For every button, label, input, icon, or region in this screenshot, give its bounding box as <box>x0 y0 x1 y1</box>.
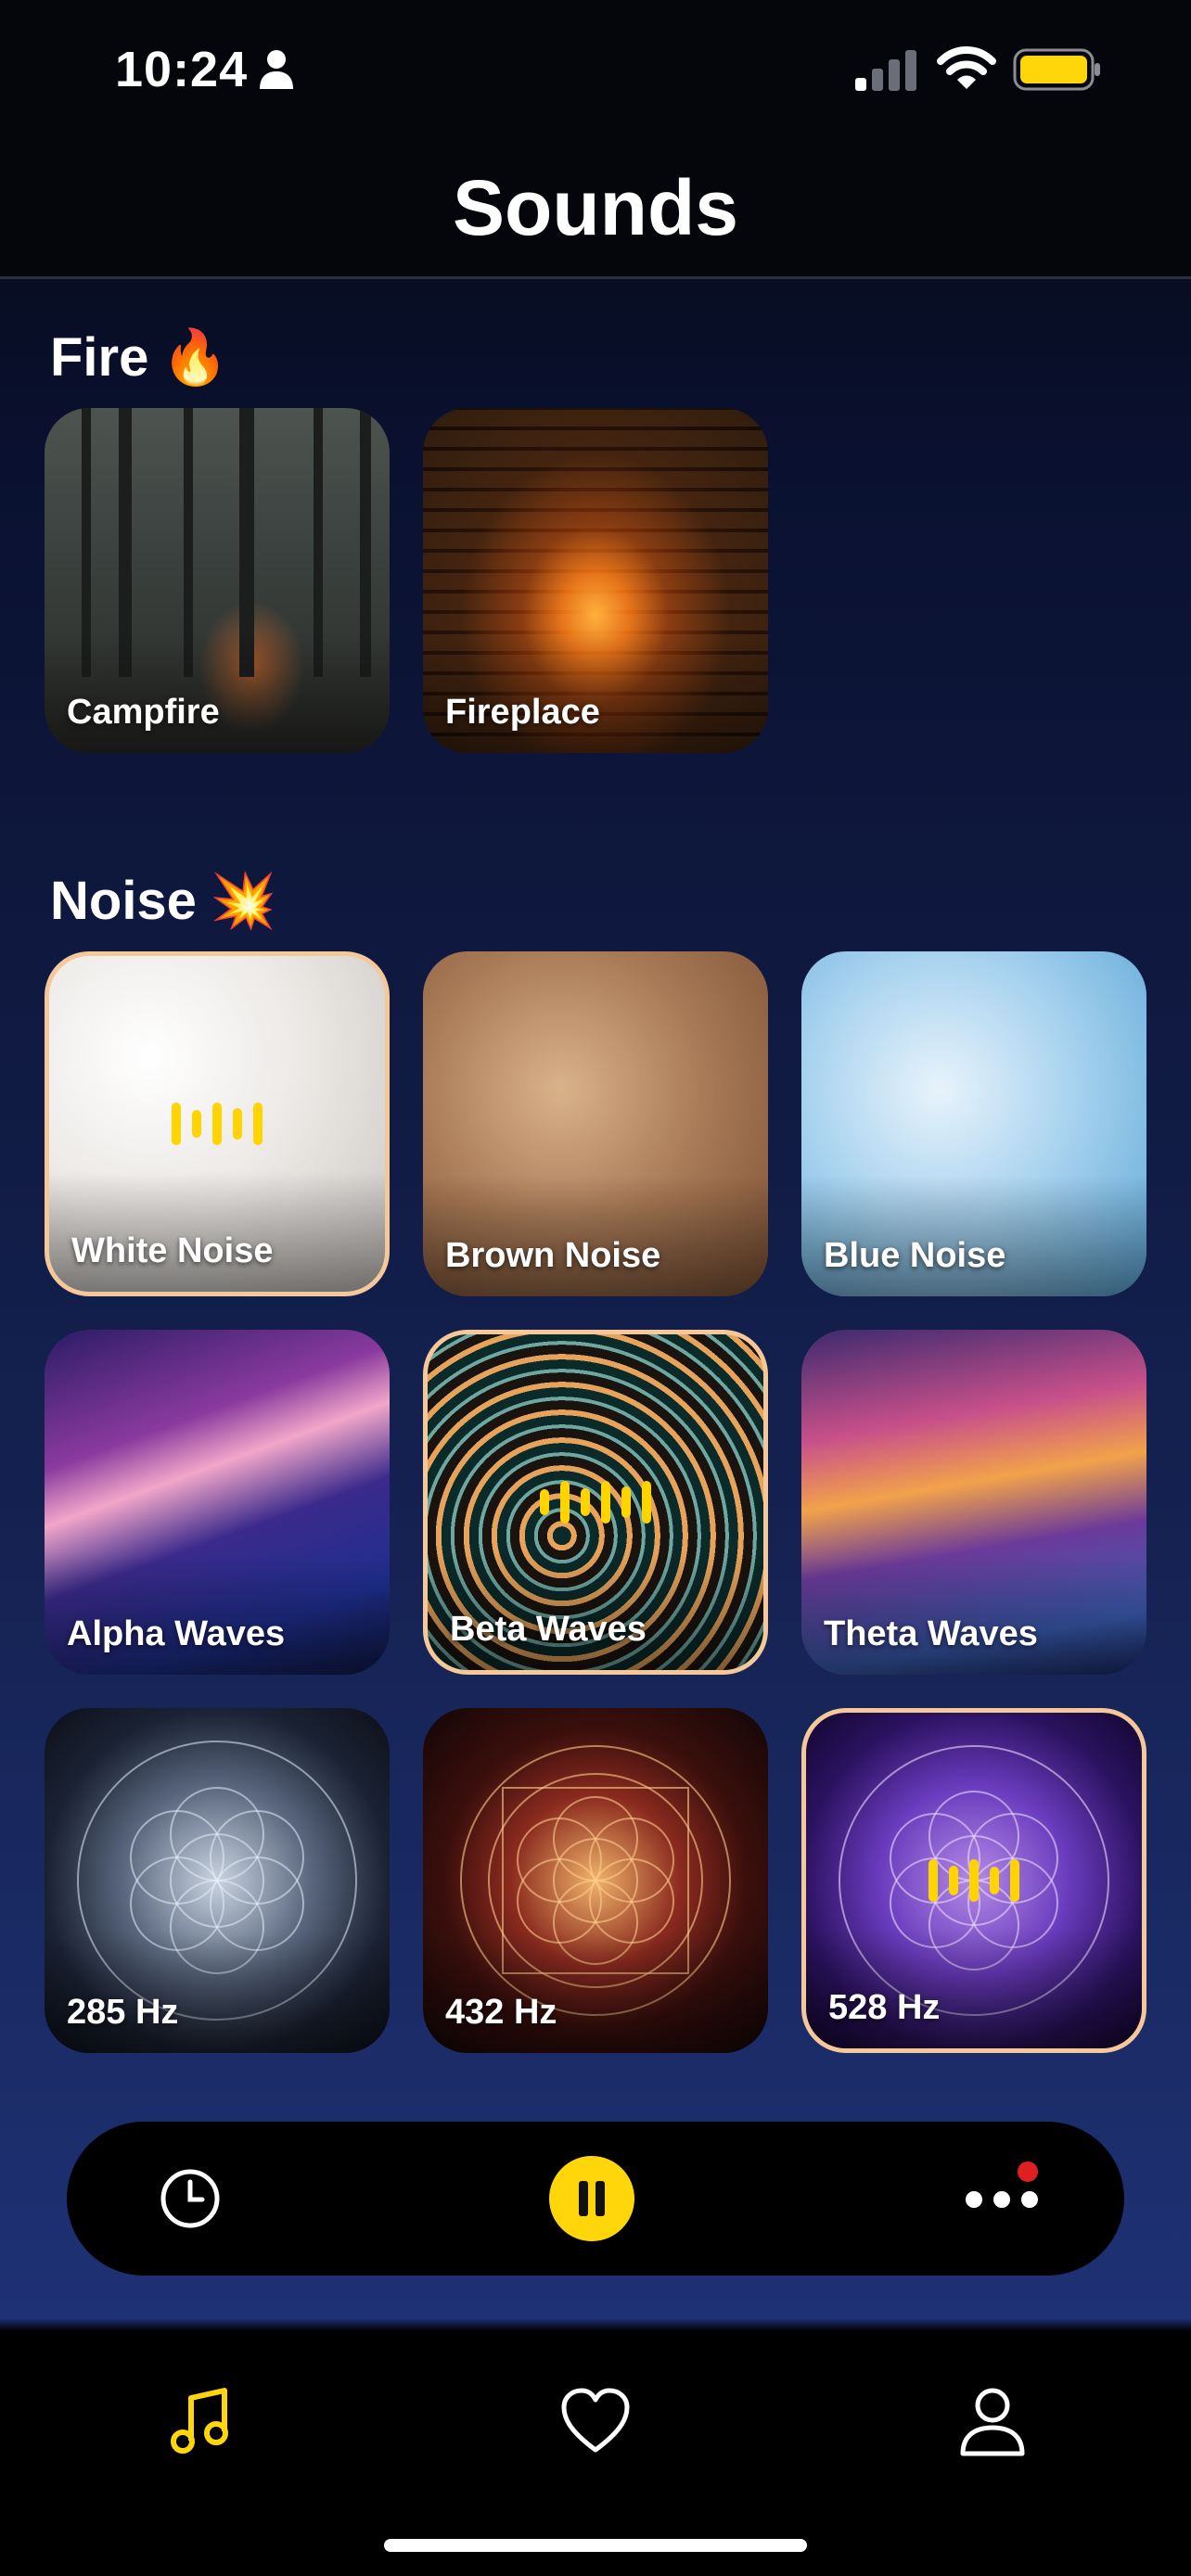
sound-tile-285-hz[interactable]: 285 Hz <box>45 1708 390 2053</box>
sound-tile-label: White Noise <box>71 1231 274 1270</box>
playing-equalizer-icon <box>172 1103 263 1145</box>
navigation-header: Sounds <box>0 139 1191 279</box>
section-title-text: Noise <box>50 871 197 931</box>
music-note-icon[interactable] <box>163 2385 237 2459</box>
person-status-icon <box>260 50 293 89</box>
section-title-fire: Fire 🔥 <box>50 326 229 389</box>
sound-tile-label: Brown Noise <box>445 1236 661 1275</box>
sound-tile-label: Theta Waves <box>824 1614 1038 1653</box>
sound-tile-theta-waves[interactable]: Theta Waves <box>801 1330 1146 1675</box>
section-title-text: Fire <box>50 327 149 388</box>
pause-button[interactable] <box>549 2156 634 2241</box>
wifi-icon <box>937 46 996 89</box>
heart-icon[interactable] <box>558 2385 633 2459</box>
sound-tile-brown-noise[interactable]: Brown Noise <box>423 951 768 1296</box>
sound-tile-alpha-waves[interactable]: Alpha Waves <box>45 1330 390 1675</box>
sound-tile-white-noise[interactable]: White Noise <box>45 951 390 1296</box>
sound-tile-beta-waves[interactable]: Beta Waves <box>423 1330 768 1675</box>
sound-tile-label: Beta Waves <box>450 1610 647 1649</box>
sound-tile-fireplace[interactable]: Fireplace <box>423 408 768 753</box>
pause-bar-left <box>579 2181 588 2216</box>
fire-emoji-icon: 🔥 <box>161 327 229 388</box>
sound-tile-label: 432 Hz <box>445 1993 557 2032</box>
sound-tile-432-hz[interactable]: 432 Hz <box>423 1708 768 2053</box>
sound-tile-label: Campfire <box>67 693 220 732</box>
notification-dot <box>1015 2159 1041 2185</box>
sound-tile-label: 285 Hz <box>67 1993 179 2032</box>
playing-equalizer-icon <box>928 1859 1019 1902</box>
status-time: 10:24 <box>115 42 249 97</box>
sound-tile-label: Blue Noise <box>824 1236 1006 1275</box>
sound-tile-blue-noise[interactable]: Blue Noise <box>801 951 1146 1296</box>
timer-clock-icon[interactable] <box>160 2168 221 2229</box>
sound-tile-label: Alpha Waves <box>67 1614 286 1653</box>
battery-icon <box>1013 48 1100 91</box>
playing-equalizer-icon <box>540 1481 651 1524</box>
sound-tile-label: Fireplace <box>445 693 600 732</box>
sound-tile-label: 528 Hz <box>828 1988 941 2027</box>
section-title-noise: Noise 💥 <box>50 870 276 933</box>
person-icon[interactable] <box>955 2385 1030 2459</box>
pause-bar-right <box>596 2181 605 2216</box>
sound-tile-528-hz[interactable]: 528 Hz <box>801 1708 1146 2053</box>
sound-tile-campfire[interactable]: Campfire <box>45 408 390 753</box>
more-options-icon[interactable] <box>957 2179 1046 2220</box>
signal-icon <box>855 50 916 91</box>
mini-player <box>67 2122 1124 2276</box>
status-bar: 10:24 <box>0 0 1191 139</box>
collision-emoji-icon: 💥 <box>209 871 277 931</box>
page-title: Sounds <box>453 164 738 251</box>
home-indicator <box>384 2539 807 2552</box>
